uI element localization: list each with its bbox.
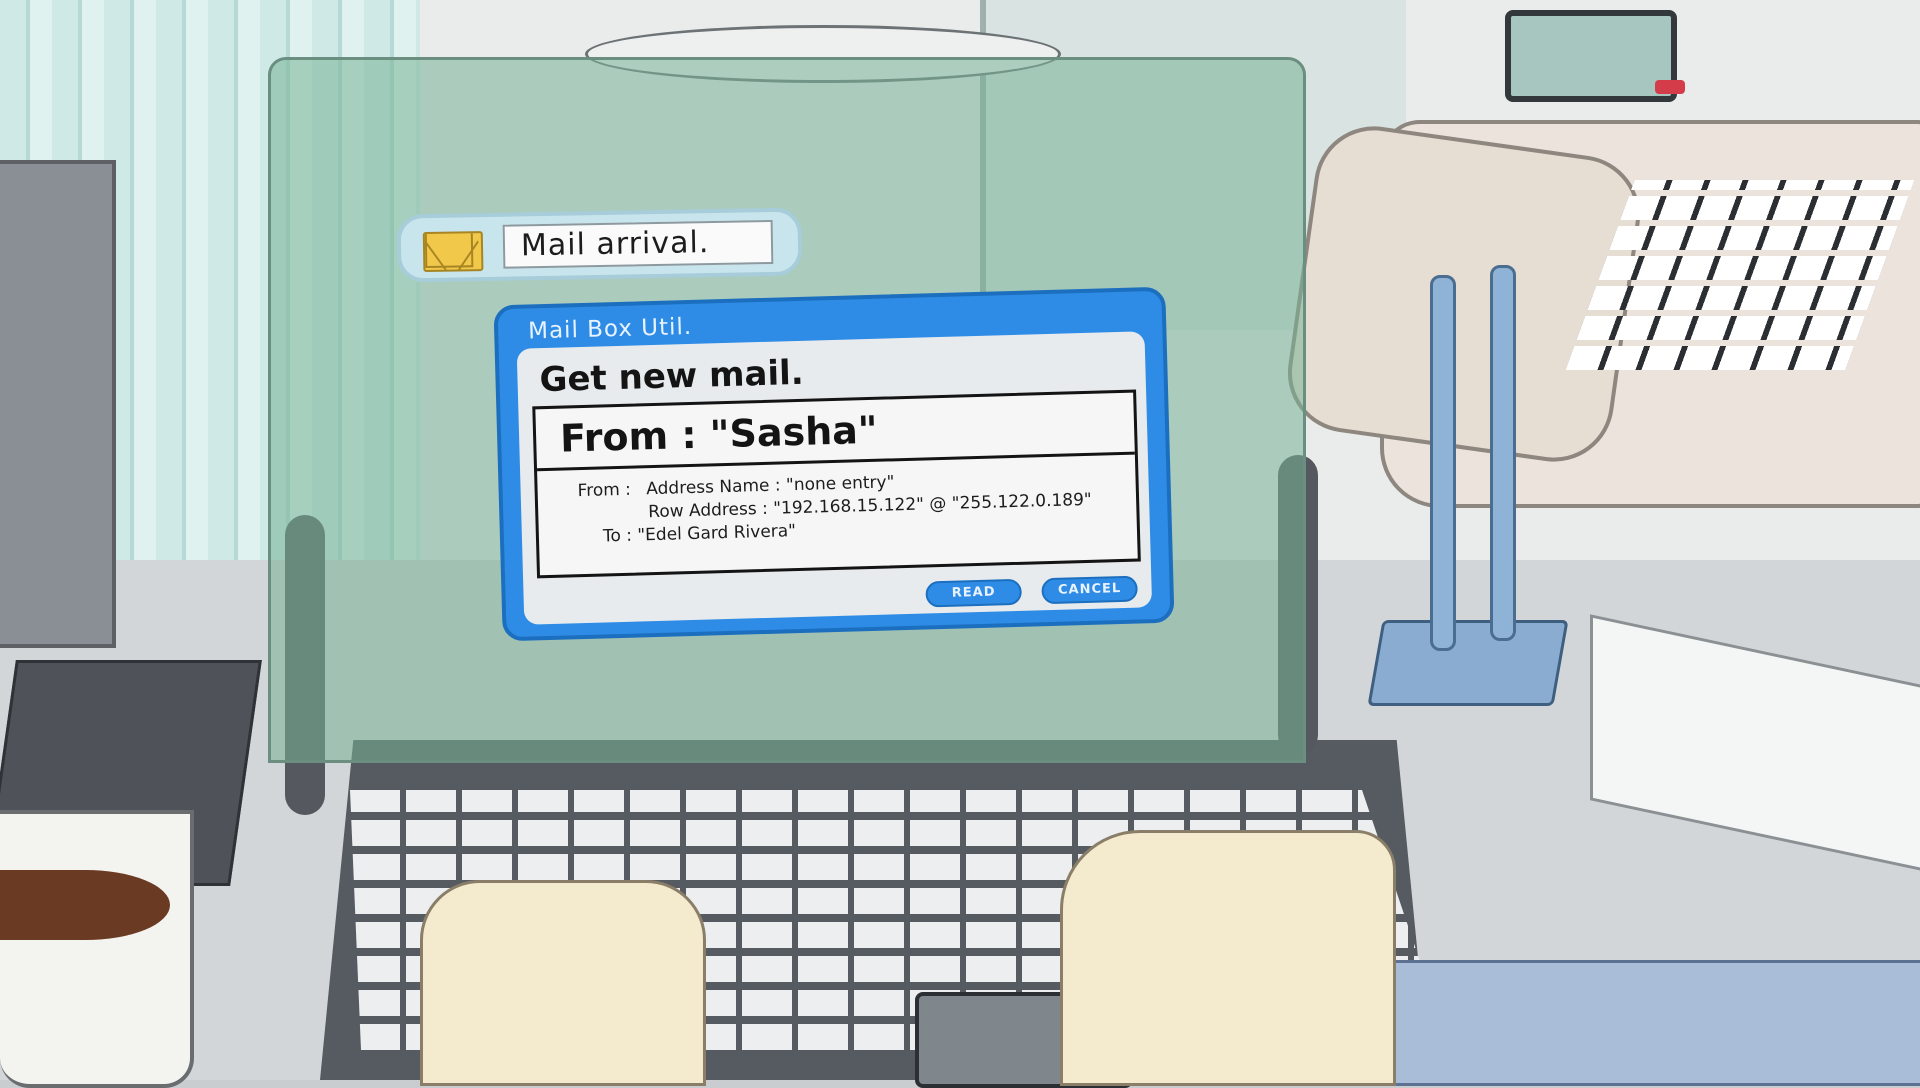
envelope-icon	[422, 231, 484, 273]
coffee	[0, 870, 170, 940]
right-hand	[1060, 830, 1396, 1086]
notification-text: Mail arrival.	[502, 219, 774, 269]
phone-red-button	[1655, 80, 1685, 94]
left-hand	[420, 880, 706, 1086]
dialog-panel: Get new mail. From : "Sasha" From : Addr…	[516, 331, 1153, 625]
mail-info-box: From : "Sasha" From : Address Name : "no…	[532, 389, 1141, 579]
mail-notification[interactable]: Mail arrival.	[396, 207, 803, 283]
phone-display	[1505, 10, 1677, 102]
cancel-button[interactable]: CANCEL	[1041, 575, 1138, 605]
side-monitor	[0, 160, 116, 648]
coffee-cup	[0, 810, 194, 1088]
pen	[1430, 275, 1456, 651]
mail-box-dialog: Mail Box Util. Get new mail. From : "Sas…	[493, 286, 1175, 642]
pen	[1490, 265, 1516, 641]
dialog-title: Mail Box Util.	[527, 313, 693, 345]
desk-phone	[1280, 0, 1920, 508]
pen-stand	[1367, 620, 1569, 706]
from-label: From :	[577, 479, 632, 502]
dialog-heading: Get new mail.	[538, 352, 805, 401]
read-button[interactable]: READ	[925, 578, 1023, 608]
sleeve	[1330, 960, 1920, 1086]
mail-details: From : Address Name : "none entry" Row A…	[577, 465, 1139, 550]
sender-title: From : "Sasha"	[535, 392, 1135, 472]
